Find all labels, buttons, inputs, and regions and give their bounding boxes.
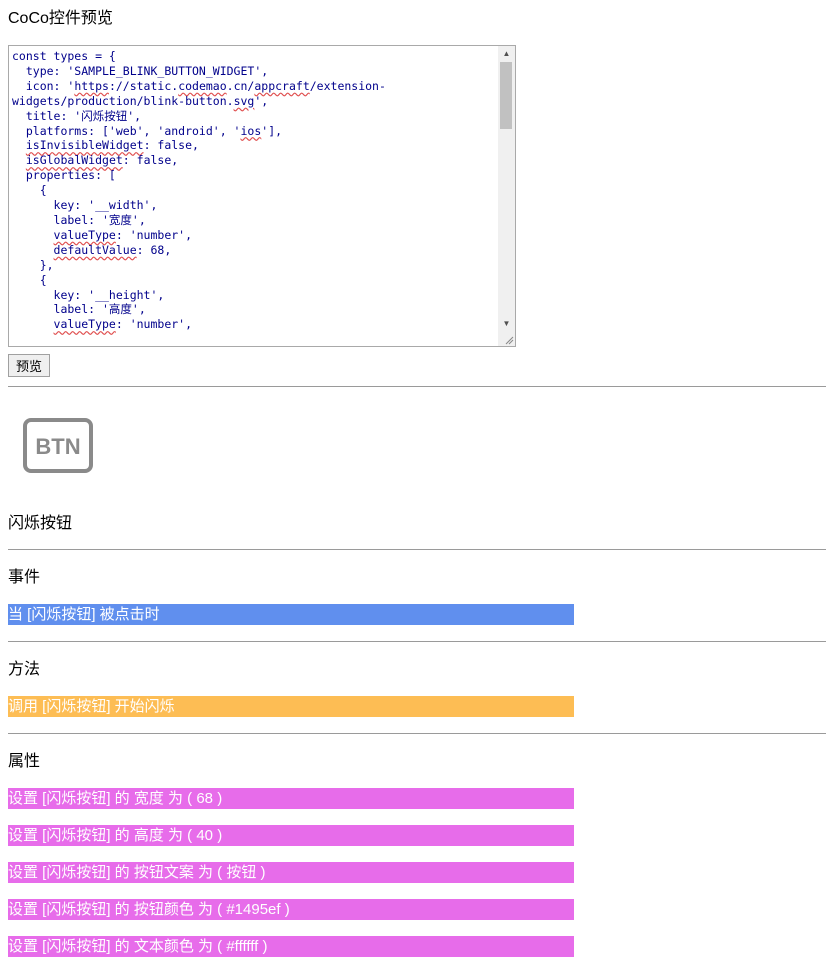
code-line: valueType: 'number', — [53, 317, 193, 332]
code-line: defaultValue: 68, — [53, 242, 172, 257]
widget-name: 闪烁按钮 — [8, 515, 73, 532]
divider — [8, 733, 826, 734]
code-line: type: 'SAMPLE_BLINK_BUTTON_WIDGET', — [12, 63, 269, 78]
code-line: label: '宽度', — [12, 212, 146, 227]
blink-button-widget-icon: BTN — [23, 418, 93, 473]
code-line: { — [12, 272, 47, 287]
code-line: title: '闪烁按钮', — [12, 108, 142, 123]
event-block[interactable]: 当 [闪烁按钮] 被点击时 — [8, 604, 574, 625]
divider — [8, 641, 826, 642]
code-line: valueType: 'number', — [53, 227, 193, 242]
preview-button[interactable]: 预览 — [8, 354, 50, 377]
properties-heading: 属性 — [8, 753, 41, 770]
code-line: { — [12, 183, 47, 198]
property-block-text-color[interactable]: 设置 [闪烁按钮] 的 文本颜色 为 ( #ffffff ) — [8, 936, 574, 957]
code-content[interactable]: const types = { type: 'SAMPLE_BLINK_BUTT… — [12, 49, 498, 332]
methods-heading: 方法 — [8, 661, 41, 678]
code-line: key: '__height', — [12, 287, 165, 302]
property-block-button-color[interactable]: 设置 [闪烁按钮] 的 按钮颜色 为 ( #1495ef ) — [8, 899, 574, 920]
events-heading: 事件 — [8, 569, 41, 586]
scroll-up-arrow-icon[interactable]: ▲ — [498, 46, 515, 62]
property-block-width[interactable]: 设置 [闪烁按钮] 的 宽度 为 ( 68 ) — [8, 788, 574, 809]
code-line: label: '高度', — [12, 302, 146, 317]
scrollbar-thumb[interactable] — [500, 62, 512, 129]
code-line: icon: 'https://static.codemao.cn/appcraf… — [12, 78, 386, 93]
page-title: CoCo控件预览 — [8, 10, 113, 27]
code-line: }, — [12, 257, 54, 272]
code-editor-textarea[interactable]: const types = { type: 'SAMPLE_BLINK_BUTT… — [8, 45, 516, 347]
property-block-text[interactable]: 设置 [闪烁按钮] 的 按钮文案 为 ( 按钮 ) — [8, 862, 574, 883]
code-line: widgets/production/blink-button.svg', — [12, 93, 269, 108]
method-block[interactable]: 调用 [闪烁按钮] 开始闪烁 — [8, 696, 574, 717]
code-line: isGlobalWidget: false, — [25, 153, 179, 168]
editor-scrollbar[interactable]: ▲ ▼ — [498, 46, 515, 346]
code-line: platforms: ['web', 'android', 'ios'], — [12, 123, 283, 138]
code-line: key: '__width', — [12, 198, 158, 213]
property-block-height[interactable]: 设置 [闪烁按钮] 的 高度 为 ( 40 ) — [8, 825, 574, 846]
scroll-down-arrow-icon[interactable]: ▼ — [498, 316, 515, 332]
code-line: isInvisibleWidget: false, — [25, 138, 199, 153]
divider — [8, 549, 826, 550]
code-line: properties: [ — [12, 168, 116, 183]
divider — [8, 386, 826, 387]
resize-grip-icon[interactable] — [504, 335, 514, 345]
widget-icon-text: BTN — [35, 434, 80, 459]
code-line: const types = { — [12, 49, 116, 63]
